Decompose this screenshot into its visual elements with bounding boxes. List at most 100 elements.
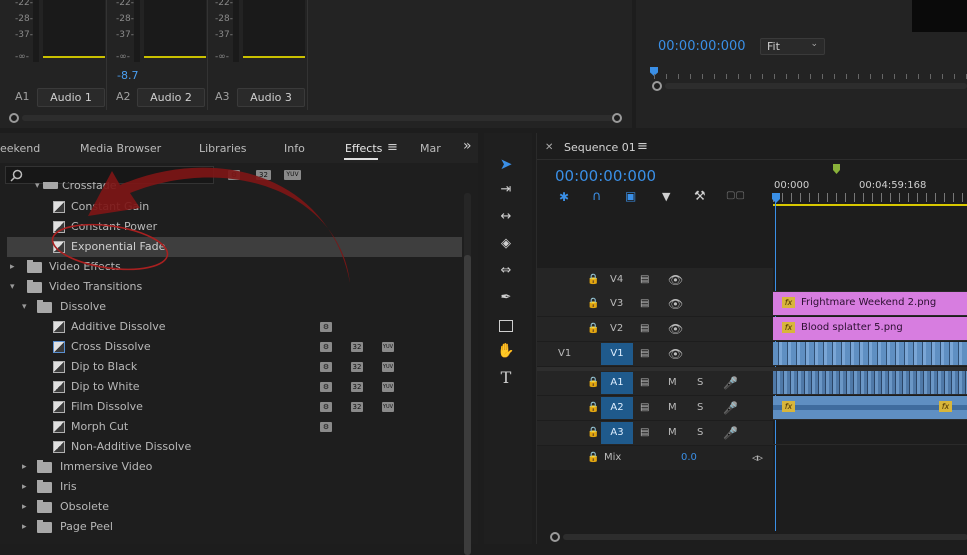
- time-ruler[interactable]: [773, 193, 967, 202]
- solo-button[interactable]: S: [697, 421, 703, 445]
- fader-area[interactable]: [144, 0, 206, 58]
- lock-icon[interactable]: 🔒: [587, 446, 599, 470]
- clip-blood-splatter[interactable]: fx Blood splatter 5.png: [773, 317, 967, 340]
- track-label: V2: [610, 323, 624, 334]
- lock-icon[interactable]: 🔒: [587, 268, 599, 292]
- track-v3: 🔒 V3 ▤ 👁 fx Frightmare Weekend 2.png: [537, 292, 967, 316]
- mute-button[interactable]: M: [668, 371, 677, 395]
- sync-lock-icon[interactable]: ▤: [640, 421, 649, 445]
- mix-volume-value[interactable]: 0.0: [681, 446, 697, 470]
- lock-icon[interactable]: 🔒: [587, 371, 599, 395]
- db-mark: -22-: [15, 0, 33, 8]
- track-target-v1[interactable]: V1: [601, 343, 633, 365]
- channel-id: A1: [15, 90, 30, 103]
- clip-label: Frightmare Weekend 2.png: [801, 297, 937, 308]
- channel-id: A3: [215, 90, 230, 103]
- track-header: 🔒 V3 ▤ 👁: [537, 292, 773, 316]
- divider: [537, 159, 967, 160]
- type-tool-icon[interactable]: T: [495, 368, 517, 388]
- slip-tool-icon[interactable]: ⇔: [495, 261, 517, 281]
- fx-badge: fx: [782, 321, 795, 333]
- playhead-line[interactable]: [775, 201, 776, 531]
- channel-name-field[interactable]: Audio 1: [37, 88, 105, 107]
- chevron-down-icon: ⌄: [810, 39, 818, 49]
- linked-selection-icon[interactable]: ▣: [625, 189, 636, 203]
- mute-button[interactable]: M: [668, 396, 677, 420]
- close-icon[interactable]: ✕: [545, 142, 553, 153]
- add-marker-icon[interactable]: ▼: [662, 190, 670, 203]
- captions-icon[interactable]: ▢▢: [726, 190, 745, 201]
- nest-icon[interactable]: ✱: [559, 190, 569, 204]
- track-header: 🔒 A2 ▤ M S 🎤: [537, 396, 773, 420]
- clip-audio-a2[interactable]: fx fx: [773, 396, 967, 419]
- hand-tool-icon[interactable]: ✋: [495, 341, 517, 361]
- scroll-start-handle[interactable]: [652, 81, 662, 91]
- mute-button[interactable]: M: [668, 421, 677, 445]
- eye-icon[interactable]: 👁: [668, 317, 683, 341]
- pen-tool-icon[interactable]: ✒: [495, 288, 517, 308]
- eye-icon[interactable]: 👁: [668, 342, 683, 366]
- horizontal-scrollbar[interactable]: [665, 83, 967, 89]
- sync-lock-icon[interactable]: ▤: [640, 292, 649, 316]
- sync-lock-icon[interactable]: ▤: [640, 317, 649, 341]
- horizontal-scrollbar[interactable]: [22, 115, 622, 121]
- track-target-a1[interactable]: A1: [601, 372, 633, 394]
- fader-area[interactable]: [43, 0, 105, 58]
- ruler-label: 00:000: [774, 180, 810, 191]
- fader-area[interactable]: [243, 0, 305, 58]
- program-timecode[interactable]: 00:00:00:000: [658, 39, 746, 54]
- scroll-start-handle[interactable]: [550, 532, 560, 542]
- meter-left: [33, 0, 39, 62]
- timeline-panel: ✕ Sequence 01 ≡ 00:00:00:000 ✱ ∩ ▣ ▼ ⚒ ▢…: [536, 133, 967, 544]
- solo-button[interactable]: S: [697, 371, 703, 395]
- clip-frightmare-weekend[interactable]: fx Frightmare Weekend 2.png: [773, 292, 967, 315]
- track-select-tool-icon[interactable]: ⇥: [495, 180, 517, 200]
- lock-icon[interactable]: 🔒: [587, 421, 599, 445]
- lock-icon[interactable]: 🔒: [587, 396, 599, 420]
- scroll-end-handle[interactable]: [612, 113, 622, 123]
- sequence-tab[interactable]: Sequence 01: [564, 141, 636, 154]
- microphone-icon[interactable]: 🎤: [723, 421, 738, 445]
- panel-menu-icon[interactable]: ≡: [637, 139, 648, 154]
- scroll-start-handle[interactable]: [9, 113, 19, 123]
- track-v2: 🔒 V2 ▤ 👁 fx Blood splatter 5.png: [537, 317, 967, 341]
- clip-video-v1[interactable]: [773, 342, 967, 365]
- timeline-timecode[interactable]: 00:00:00:000: [555, 167, 656, 185]
- peak-value[interactable]: -8.7: [117, 69, 138, 82]
- source-patch-label[interactable]: V1: [558, 342, 571, 366]
- lock-icon[interactable]: 🔒: [587, 317, 599, 341]
- eye-icon[interactable]: 👁: [668, 268, 683, 292]
- microphone-icon[interactable]: 🎤: [723, 371, 738, 395]
- track-header: V1 V1 ▤ 👁: [537, 342, 773, 366]
- channel-divider: [106, 0, 107, 110]
- selection-tool-icon[interactable]: ➤: [495, 154, 517, 174]
- ripple-edit-tool-icon[interactable]: ↔: [495, 207, 517, 227]
- program-ruler[interactable]: [654, 74, 967, 79]
- eye-icon[interactable]: 👁: [668, 292, 683, 316]
- mix-end-icon[interactable]: ◃▹: [752, 446, 763, 470]
- channel-name-field[interactable]: Audio 2: [137, 88, 205, 107]
- track-target-a3[interactable]: A3: [601, 422, 633, 444]
- fx-badge: fx: [939, 401, 952, 412]
- rectangle-tool-icon[interactable]: [495, 315, 517, 335]
- channel-name-field[interactable]: Audio 3: [237, 88, 305, 107]
- solo-button[interactable]: S: [697, 396, 703, 420]
- sync-lock-icon[interactable]: ▤: [640, 268, 649, 292]
- sync-lock-icon[interactable]: ▤: [640, 342, 649, 366]
- sync-lock-icon[interactable]: ▤: [640, 396, 649, 420]
- zoom-select[interactable]: Fit ⌄: [760, 38, 825, 55]
- lock-icon[interactable]: 🔒: [587, 292, 599, 316]
- horizontal-scrollbar[interactable]: [563, 534, 967, 540]
- sync-lock-icon[interactable]: ▤: [640, 371, 649, 395]
- clip-audio-a1[interactable]: [773, 371, 967, 394]
- track-target-a2[interactable]: A2: [601, 397, 633, 419]
- snap-icon[interactable]: ∩: [592, 189, 602, 204]
- microphone-icon[interactable]: 🎤: [723, 396, 738, 420]
- razor-tool-icon[interactable]: ◈: [495, 234, 517, 254]
- db-mark: -28-: [116, 14, 134, 24]
- wrench-icon[interactable]: ⚒: [694, 189, 706, 204]
- db-mark: -37-: [116, 30, 134, 40]
- marker-icon[interactable]: [833, 164, 840, 174]
- work-area-bar[interactable]: [773, 204, 967, 206]
- track-header: 🔒 Mix 0.0 ◃▹: [537, 446, 773, 470]
